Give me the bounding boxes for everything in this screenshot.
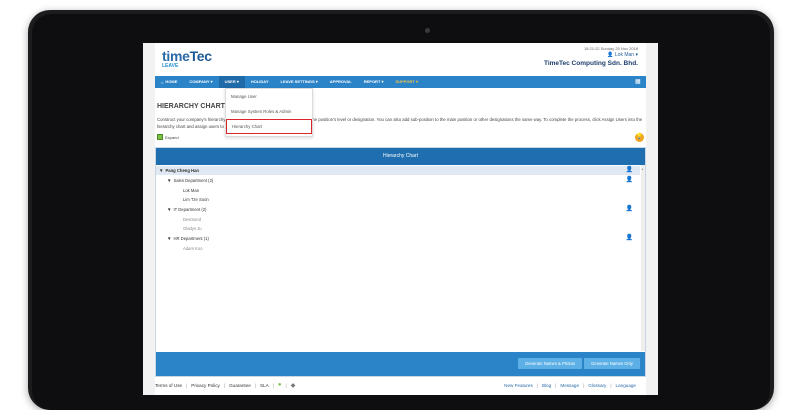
dept-label: Sales Department [173,178,207,183]
footer-link-terms[interactable]: Terms of Use [155,383,182,388]
apple-icon[interactable]: ◆ [291,382,296,389]
footer-separator: | [272,382,274,388]
footer-separator: | [555,382,557,388]
hierarchy-chart-panel: Hierarchy Chart ▼ Pang Cheng Han 👤 ▼ Sales… [155,147,646,377]
footer-right-links: New Features | Blog | Message | Glossary | L… [504,383,646,388]
logo-time: time [162,48,190,64]
chart-footer: Generate Names & Photos Generate Names O… [156,352,645,376]
dept-count: (2) [208,178,214,183]
user-dropdown-menu: Manage User Manage System Roles & Admin … [225,88,313,137]
header-info: 15:21:22 Sunday 25 Nov 2018 👤 Lok Man ▾ … [544,46,638,67]
tree-leaf[interactable]: Lok Man [183,186,199,195]
dept-label: IT Department [173,207,201,212]
generate-names-photos-button[interactable]: Generate Names & Photos [518,358,582,369]
menu-item-manage-roles[interactable]: Manage System Roles & Admin [226,104,312,119]
menu-item-hierarchy-chart[interactable]: Hierarchy Chart [226,119,312,134]
root-row-highlight [156,166,640,175]
nav-user[interactable]: USER ▾ [218,76,245,88]
logo-tec: Tec [189,48,212,64]
menu-item-manage-user[interactable]: Manage User [226,89,312,104]
footer-link-privacy[interactable]: Privacy Policy [191,383,220,388]
nav-company[interactable]: COMPANY ▾ [183,76,218,88]
android-icon[interactable]: ● [278,382,282,388]
expand-toggle[interactable]: Expand [157,134,179,140]
hierarchy-tree: ▼ Pang Cheng Han 👤 ▼ Sales Department (2) … [156,165,645,351]
page-title: HIERARCHY CHART [157,103,225,110]
apps-grid-icon[interactable]: ▦ [635,79,641,85]
dept-count: (1) [203,236,209,241]
screen: timeTec LEAVE 15:21:22 Sunday 25 Nov 201… [143,43,658,395]
tree-leaf[interactable]: Desmond [183,215,201,224]
assign-user-icon[interactable]: 👤 [626,234,633,241]
company-name: TimeTec Computing Sdn. Bhd. [543,60,638,67]
chevron-down-icon: ▾ [635,52,638,58]
nav-approval[interactable]: APPROVAL [324,76,358,88]
collapse-triangle-icon: ▼ [159,168,164,173]
dept-label: HR Department [173,236,203,241]
collapse-triangle-icon: ▼ [167,236,172,241]
footer-link-glossary[interactable]: Glossary [588,383,606,388]
expand-checkbox-icon [157,134,163,140]
footer-link-new-features[interactable]: New Features [504,383,533,388]
footer-link-sla[interactable]: SLA [260,383,269,388]
tree-node-hr[interactable]: ▼ HR Department (1) [167,234,209,243]
scroll-up-arrow-icon[interactable]: ▲ [641,167,645,171]
logo-subtitle: LEAVE [162,63,179,69]
tree-leaf[interactable]: Gladys Ju [183,224,202,233]
page-footer: Terms of Use | Privacy Policy | Guarantee |… [155,379,646,391]
collapse-triangle-icon: ▼ [167,207,172,212]
footer-separator: | [285,382,287,388]
tree-leaf[interactable]: Lim Tze Soon [183,195,209,204]
app-header: timeTec LEAVE 15:21:22 Sunday 25 Nov 201… [155,43,646,76]
tree-node-root[interactable]: ▼ Pang Cheng Han [159,166,199,175]
lightbulb-icon[interactable]: 💡 [635,133,644,142]
assign-user-icon[interactable]: 👤 [626,176,633,183]
nav-report[interactable]: REPORT ▾ [358,76,390,88]
footer-separator: | [610,382,612,388]
footer-link-guarantee[interactable]: Guarantee [229,383,251,388]
assign-user-icon[interactable]: 👤 [626,166,633,173]
footer-separator: | [536,382,538,388]
footer-link-language[interactable]: Language [616,383,636,388]
timetec-logo[interactable]: timeTec LEAVE [162,49,212,69]
chart-title: Hierarchy Chart [156,148,645,165]
footer-link-message[interactable]: Message [560,383,579,388]
footer-link-blog[interactable]: Blog [542,383,551,388]
generate-names-only-button[interactable]: Generate Names Only [584,358,640,369]
nav-home[interactable]: HOME [159,76,183,88]
nav-holiday[interactable]: HOLIDAY [245,76,275,88]
timestamp: 15:21:22 Sunday 25 Nov 2018 [583,46,638,51]
expand-label: Expand [165,134,179,140]
user-menu[interactable]: 👤 Lok Man ▾ [544,52,638,58]
main-navbar: ⌂ HOME COMPANY ▾ USER ▾ HOLIDAY LEAVE SE… [155,76,646,88]
footer-separator: | [583,382,585,388]
tree-scrollbar[interactable]: ▲ [641,165,645,351]
user-icon: 👤 [607,52,614,58]
nav-support[interactable]: SUPPORT ▾ [390,76,424,88]
collapse-triangle-icon: ▼ [167,178,172,183]
root-label: Pang Cheng Han [165,168,199,173]
tree-node-sales[interactable]: ▼ Sales Department (2) [167,176,213,185]
footer-separator: | [223,382,226,388]
app-window: timeTec LEAVE 15:21:22 Sunday 25 Nov 201… [155,43,646,395]
assign-user-icon[interactable]: 👤 [626,205,633,212]
dept-count: (2) [201,207,207,212]
tree-leaf[interactable]: Adam Koo [183,244,203,253]
camera-icon [425,28,430,33]
footer-separator: | [186,382,188,388]
footer-separator: | [254,382,256,388]
tree-node-it[interactable]: ▼ IT Department (2) [167,205,206,214]
nav-leave-settings[interactable]: LEAVE SETTINGS ▾ [275,76,324,88]
user-name: Lok Man [614,52,635,58]
